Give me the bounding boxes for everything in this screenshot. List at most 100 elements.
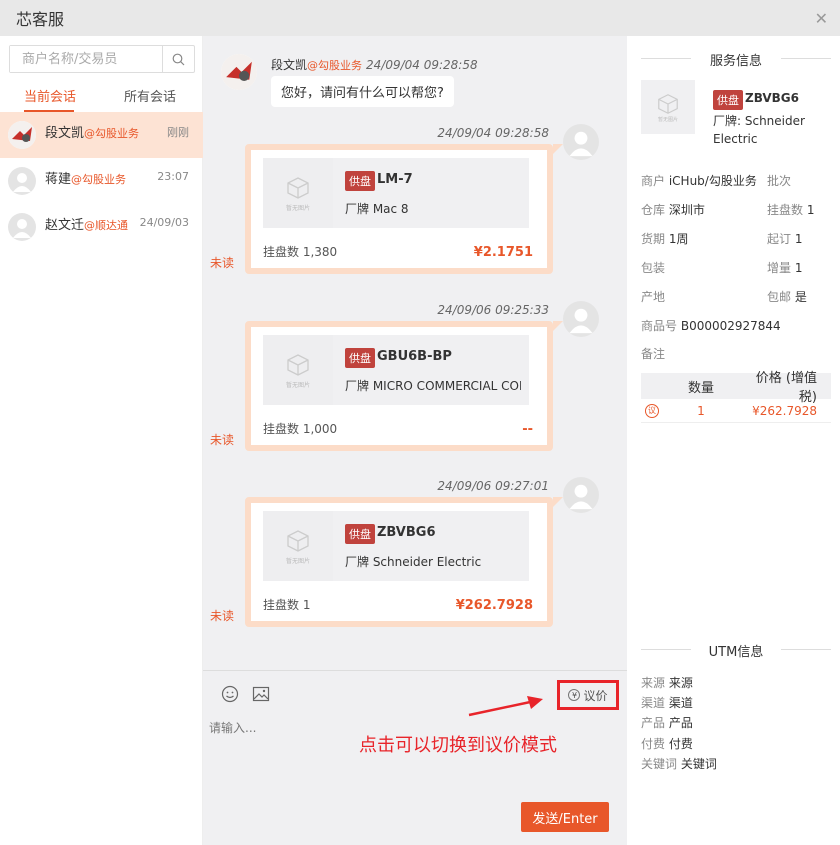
avatar-image: [8, 121, 36, 149]
merchant-field: 商户 iCHub/勾股业务: [641, 174, 757, 188]
increment-field: 增量 1: [767, 261, 803, 275]
part-number: GBU6B-BP: [377, 349, 452, 364]
brand: 厂牌 Mac 8: [345, 202, 409, 216]
utm-keyword: 关键词 关键词: [641, 757, 717, 771]
part-number: ZBVBG6: [377, 525, 436, 540]
tab-current[interactable]: 当前会话: [0, 86, 100, 112]
message-time: 24/09/06 09:27:01: [437, 479, 549, 493]
product-info: 暂无图片 供盘 GBU6B-BP 厂牌 MICRO COMMERCIAL COM…: [263, 335, 529, 405]
conversation-time: 23:07: [157, 170, 189, 183]
image-placeholder-icon: 暂无图片: [263, 335, 333, 405]
product-card[interactable]: 暂无图片 供盘 ZBVBG6 厂牌 Schneider Electric 挂盘数…: [245, 497, 563, 627]
chat-area[interactable]: 段文凯@勾股业务 24/09/04 09:28:58 您好，请问有什么可以帮您? …: [203, 36, 627, 670]
annotation-text: 点击可以切换到议价模式: [359, 735, 557, 756]
message-composer: ¥ 议价 点击可以切换到议价模式 发送/Enter: [203, 670, 627, 845]
conversation-name: 段文凯@勾股业务: [45, 125, 140, 141]
conversation-name: 蒋建@勾股业务: [45, 171, 127, 187]
message-meta: 段文凯@勾股业务 24/09/04 09:28:58: [271, 58, 478, 72]
negotiate-button[interactable]: ¥ 议价: [557, 680, 619, 710]
product-card-message: 24/09/06 09:27:01 暂无图片 供盘 ZBVBG6 厂牌 Schn…: [203, 477, 627, 649]
product-info: 暂无图片 供盘 ZBVBG6 厂牌 Schneider Electric: [263, 511, 529, 581]
avatar: [221, 54, 257, 90]
product-info: 暂无图片 供盘 LM-7 厂牌 Mac 8: [263, 158, 529, 228]
utm-product: 产品 产品: [641, 716, 693, 730]
window-title: 芯客服: [16, 10, 65, 29]
utm-channel: 渠道 渠道: [641, 696, 693, 710]
listed-quantity: 挂盘数 1: [263, 598, 311, 612]
avatar-placeholder-icon: [563, 477, 599, 513]
yen-icon: ¥: [568, 689, 581, 701]
part-number: LM-7: [377, 172, 413, 187]
tab-all[interactable]: 所有会话: [100, 86, 200, 112]
product-card-message: 24/09/06 09:25:33 暂无图片 供盘 GBU6B-BP 厂牌 MI…: [203, 301, 627, 473]
listed-quantity: 挂盘数 1,000: [263, 422, 338, 436]
image-placeholder-icon: 暂无图片: [263, 158, 333, 228]
message-time: 24/09/04 09:28:58: [437, 126, 549, 140]
conversation-item[interactable]: 段文凯@勾股业务 刚刚: [0, 112, 203, 158]
origin-field: 产地: [641, 290, 666, 304]
utm-info-heading: UTM信息: [641, 641, 831, 660]
price-table: 数量 价格 (增值税) 议 1 ¥262.7928: [641, 371, 831, 423]
image-placeholder-icon: 暂无图片: [263, 511, 333, 581]
remark-field: 备注: [641, 347, 666, 361]
info-panel: 服务信息 暂无图片 供盘 ZBVBG6 厂牌: Schneider Electr…: [627, 36, 840, 845]
warehouse-field: 仓库 深圳市: [641, 203, 705, 217]
search-button[interactable]: [162, 46, 194, 72]
product-card[interactable]: 暂无图片 供盘 GBU6B-BP 厂牌 MICRO COMMERCIAL COM…: [245, 321, 563, 451]
avatar-placeholder-icon: [8, 167, 36, 195]
search-icon: [172, 53, 185, 65]
price-table-header: 数量 价格 (增值税): [641, 371, 831, 405]
conversation-time: 刚刚: [167, 126, 189, 139]
close-icon[interactable]: ✕: [815, 9, 828, 28]
title-bar: 芯客服 ✕: [0, 0, 840, 36]
supply-badge: 供盘: [713, 90, 743, 110]
avatar-placeholder-icon: [8, 213, 36, 241]
supply-badge: 供盘: [345, 348, 375, 368]
conversation-tabs: 当前会话 所有会话: [0, 86, 203, 112]
unread-label: 未读: [210, 609, 235, 623]
price: ¥262.7928: [455, 598, 533, 613]
product-card-message: 24/09/04 09:28:58 暂无图片 供盘 LM-7 厂牌 Mac 8 …: [203, 124, 627, 296]
service-info-heading: 服务信息: [641, 50, 831, 69]
utm-source: 来源 来源: [641, 676, 693, 690]
image-icon[interactable]: [252, 685, 270, 703]
search-box: [9, 45, 195, 73]
search-input[interactable]: [10, 46, 162, 72]
negotiate-icon: 议: [645, 403, 659, 418]
image-placeholder-icon: 暂无图片: [641, 80, 695, 134]
avatar-placeholder-icon: [563, 301, 599, 337]
sku-field: 商品号 B000002927844: [641, 319, 781, 333]
product-card[interactable]: 暂无图片 供盘 LM-7 厂牌 Mac 8 挂盘数 1,380 ¥2.1751: [245, 144, 563, 274]
avatar: [8, 121, 36, 149]
utm-paid: 付费 付费: [641, 737, 693, 751]
conversation-name: 赵文迁@顺达通: [45, 217, 129, 233]
moq-field: 起订 1: [767, 232, 803, 246]
supply-badge: 供盘: [345, 171, 375, 191]
conversation-item[interactable]: 蒋建@勾股业务 23:07: [0, 158, 203, 204]
message-time: 24/09/06 09:25:33: [437, 303, 549, 317]
brand: 厂牌: Schneider Electric: [713, 114, 805, 146]
conversation-list: 段文凯@勾股业务 刚刚 蒋建@勾股业务 23:07 赵文迁@顺达通 24/09/…: [0, 112, 203, 250]
conversation-sidebar: 当前会话 所有会话 段文凯@勾股业务 刚刚 蒋建@勾股业务 23:07 赵文迁@…: [0, 36, 203, 845]
price: --: [522, 422, 533, 437]
price: ¥2.1751: [473, 245, 533, 260]
listed-field: 挂盘数 1: [767, 203, 815, 217]
unread-label: 未读: [210, 433, 235, 447]
brand: 厂牌 MICRO COMMERCIAL COMPONENTS: [345, 379, 521, 393]
brand: 厂牌 Schneider Electric: [345, 555, 482, 569]
supply-badge: 供盘: [345, 524, 375, 544]
conversation-item[interactable]: 赵文迁@顺达通 24/09/03: [0, 204, 203, 250]
conversation-time: 24/09/03: [139, 216, 189, 229]
annotation-arrow-icon: [468, 696, 543, 717]
avatar-placeholder-icon: [563, 124, 599, 160]
shipping-field: 包邮 是: [767, 290, 807, 304]
table-row: 议 1 ¥262.7928: [641, 399, 831, 423]
message-bubble: 您好，请问有什么可以帮您?: [271, 76, 454, 107]
send-button[interactable]: 发送/Enter: [521, 802, 609, 832]
unread-label: 未读: [210, 256, 235, 270]
lead-time-field: 货期 1周: [641, 232, 689, 246]
batch-field: 批次: [767, 174, 792, 188]
package-field: 包装: [641, 261, 666, 275]
emoji-icon[interactable]: [221, 685, 239, 703]
listed-quantity: 挂盘数 1,380: [263, 245, 338, 259]
